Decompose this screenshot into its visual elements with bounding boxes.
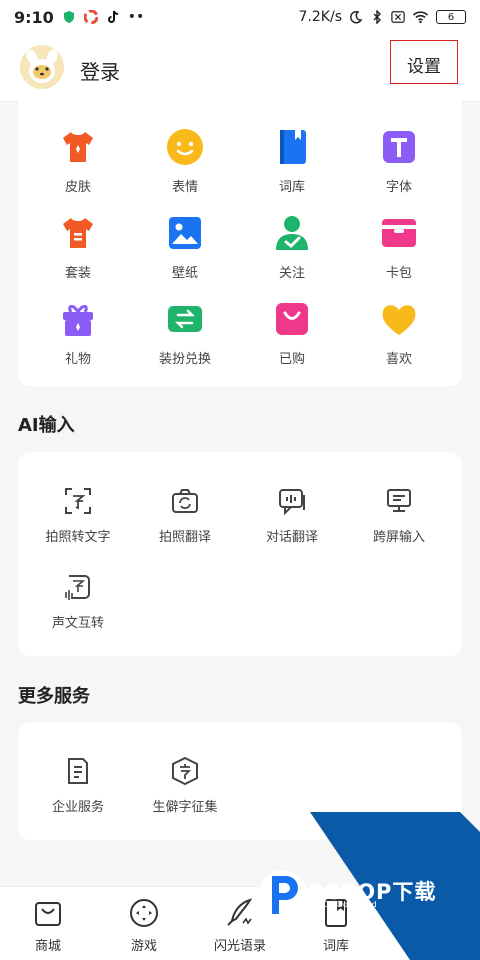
- grid-item-label: 表情: [171, 180, 198, 195]
- grid-item-dictionary[interactable]: 词库: [242, 128, 342, 195]
- more-item-label: 企业服务: [51, 800, 104, 815]
- ai-item-photo-translate[interactable]: 拍照翻译: [135, 486, 235, 545]
- no-sim-icon: [391, 11, 405, 23]
- grid-item-purchased[interactable]: 已购: [242, 300, 342, 367]
- nav-item-quotes[interactable]: 闪光语录: [200, 897, 280, 954]
- avatar[interactable]: [20, 45, 64, 89]
- grid-item-label: 皮肤: [64, 180, 91, 195]
- shop-icon: [35, 902, 61, 926]
- camera-translate-icon: [172, 489, 198, 513]
- grid-item-label: 卡包: [385, 266, 412, 281]
- grid-item-label: 喜欢: [385, 352, 412, 367]
- more-section-title: 更多服务: [18, 686, 90, 707]
- grid-item-card-pack[interactable]: 卡包: [349, 214, 449, 281]
- grid-item-label: 装扮兑换: [158, 352, 211, 367]
- more-item-enterprise[interactable]: 企业服务: [28, 756, 128, 815]
- shirt-icon: [63, 132, 93, 162]
- grid-item-skin[interactable]: 皮肤: [28, 128, 128, 195]
- enterprise-icon: [68, 758, 88, 784]
- wifi-icon: [412, 11, 429, 24]
- grid-item-follow[interactable]: 关注: [242, 214, 342, 281]
- exchange-icon: [168, 306, 202, 332]
- more-section-card: 企业服务 生僻字征集: [18, 722, 462, 840]
- ai-item-dialog-translate[interactable]: 对话翻译: [242, 486, 342, 545]
- heart-icon: [382, 305, 416, 335]
- status-time: 9:10: [14, 7, 54, 27]
- dialog-translate-icon: [279, 489, 305, 516]
- ai-item-label: 对话翻译: [265, 530, 318, 545]
- ai-item-ocr[interactable]: 拍照转文字: [28, 486, 128, 545]
- font-icon: [383, 131, 415, 163]
- game-icon: [130, 899, 158, 927]
- bluetooth-icon: [373, 10, 381, 24]
- grid-item-gift[interactable]: 礼物: [28, 300, 128, 367]
- ai-item-voice-text[interactable]: 声文互转: [28, 572, 128, 631]
- grid-item-label: 关注: [278, 266, 305, 281]
- grid-item-suit[interactable]: 套装: [28, 214, 128, 281]
- login-label[interactable]: 登录: [80, 56, 120, 85]
- follow-icon: [276, 216, 308, 250]
- ai-item-label: 拍照翻译: [158, 530, 211, 545]
- grid-item-label: 礼物: [64, 352, 91, 367]
- gift-icon: [63, 304, 93, 336]
- header: 登录 设置: [0, 34, 480, 102]
- grid-item-label: 词库: [278, 180, 305, 195]
- battery-indicator: 6: [436, 10, 466, 24]
- feature-grid-card: 皮肤 表情 词库 字体 套装 壁纸 关注 卡包 礼物 装扮兑换 已购 喜欢: [18, 100, 462, 386]
- bag-icon: [276, 303, 308, 335]
- settings-button[interactable]: 设置: [390, 40, 458, 84]
- grid-item-liked[interactable]: 喜欢: [349, 300, 449, 367]
- ai-section-title: AI输入: [18, 415, 75, 436]
- watermark-subtext: PCPOP Download: [308, 900, 377, 909]
- suit-icon: [63, 218, 93, 248]
- rare-char-icon: [172, 756, 198, 786]
- ai-item-cross-screen[interactable]: 跨屏输入: [349, 486, 449, 545]
- card-icon: [382, 219, 416, 247]
- grid-item-label: 套装: [64, 266, 91, 281]
- status-bar: 9:10 •• 7.2K/s 6: [0, 0, 480, 34]
- nav-item-label: 闪光语录: [213, 939, 266, 954]
- app-icon: [83, 10, 98, 24]
- nav-item-label: 商城: [34, 939, 61, 954]
- nav-item-game[interactable]: 游戏: [104, 897, 184, 954]
- voice-text-icon: [65, 575, 90, 600]
- ai-item-label: 跨屏输入: [372, 530, 425, 545]
- grid-item-label: 已购: [278, 352, 305, 367]
- nav-item-label: 游戏: [130, 939, 157, 954]
- network-speed: 7.2K/s: [298, 9, 342, 25]
- quill-icon: [227, 898, 253, 926]
- moon-icon: [350, 10, 363, 24]
- nav-item-shop[interactable]: 商城: [8, 897, 88, 954]
- shield-icon: [63, 11, 74, 23]
- more-item-label: 生僻字征集: [152, 800, 218, 815]
- image-icon: [169, 217, 201, 249]
- ai-section-card: 拍照转文字 拍照翻译 对话翻译 跨屏输入 声文互转: [18, 452, 462, 656]
- tiktok-icon: [107, 10, 118, 23]
- grid-item-exchange[interactable]: 装扮兑换: [135, 300, 235, 367]
- screen-input-icon: [387, 489, 411, 512]
- ocr-icon: [65, 488, 91, 514]
- grid-item-label: 壁纸: [171, 266, 198, 281]
- ai-item-label: 拍照转文字: [45, 530, 111, 545]
- grid-item-wallpaper[interactable]: 壁纸: [135, 214, 235, 281]
- grid-item-label: 字体: [385, 180, 412, 195]
- ai-item-label: 声文互转: [51, 616, 104, 631]
- grid-item-font[interactable]: 字体: [349, 128, 449, 195]
- more-dots-icon: ••: [127, 9, 145, 25]
- more-item-rare-char[interactable]: 生僻字征集: [135, 756, 235, 815]
- book-icon: [280, 130, 306, 164]
- smile-icon: [167, 129, 203, 165]
- nav-item-label: 词库: [322, 939, 349, 954]
- grid-item-emoji[interactable]: 表情: [135, 128, 235, 195]
- mascot-icon: [20, 45, 64, 89]
